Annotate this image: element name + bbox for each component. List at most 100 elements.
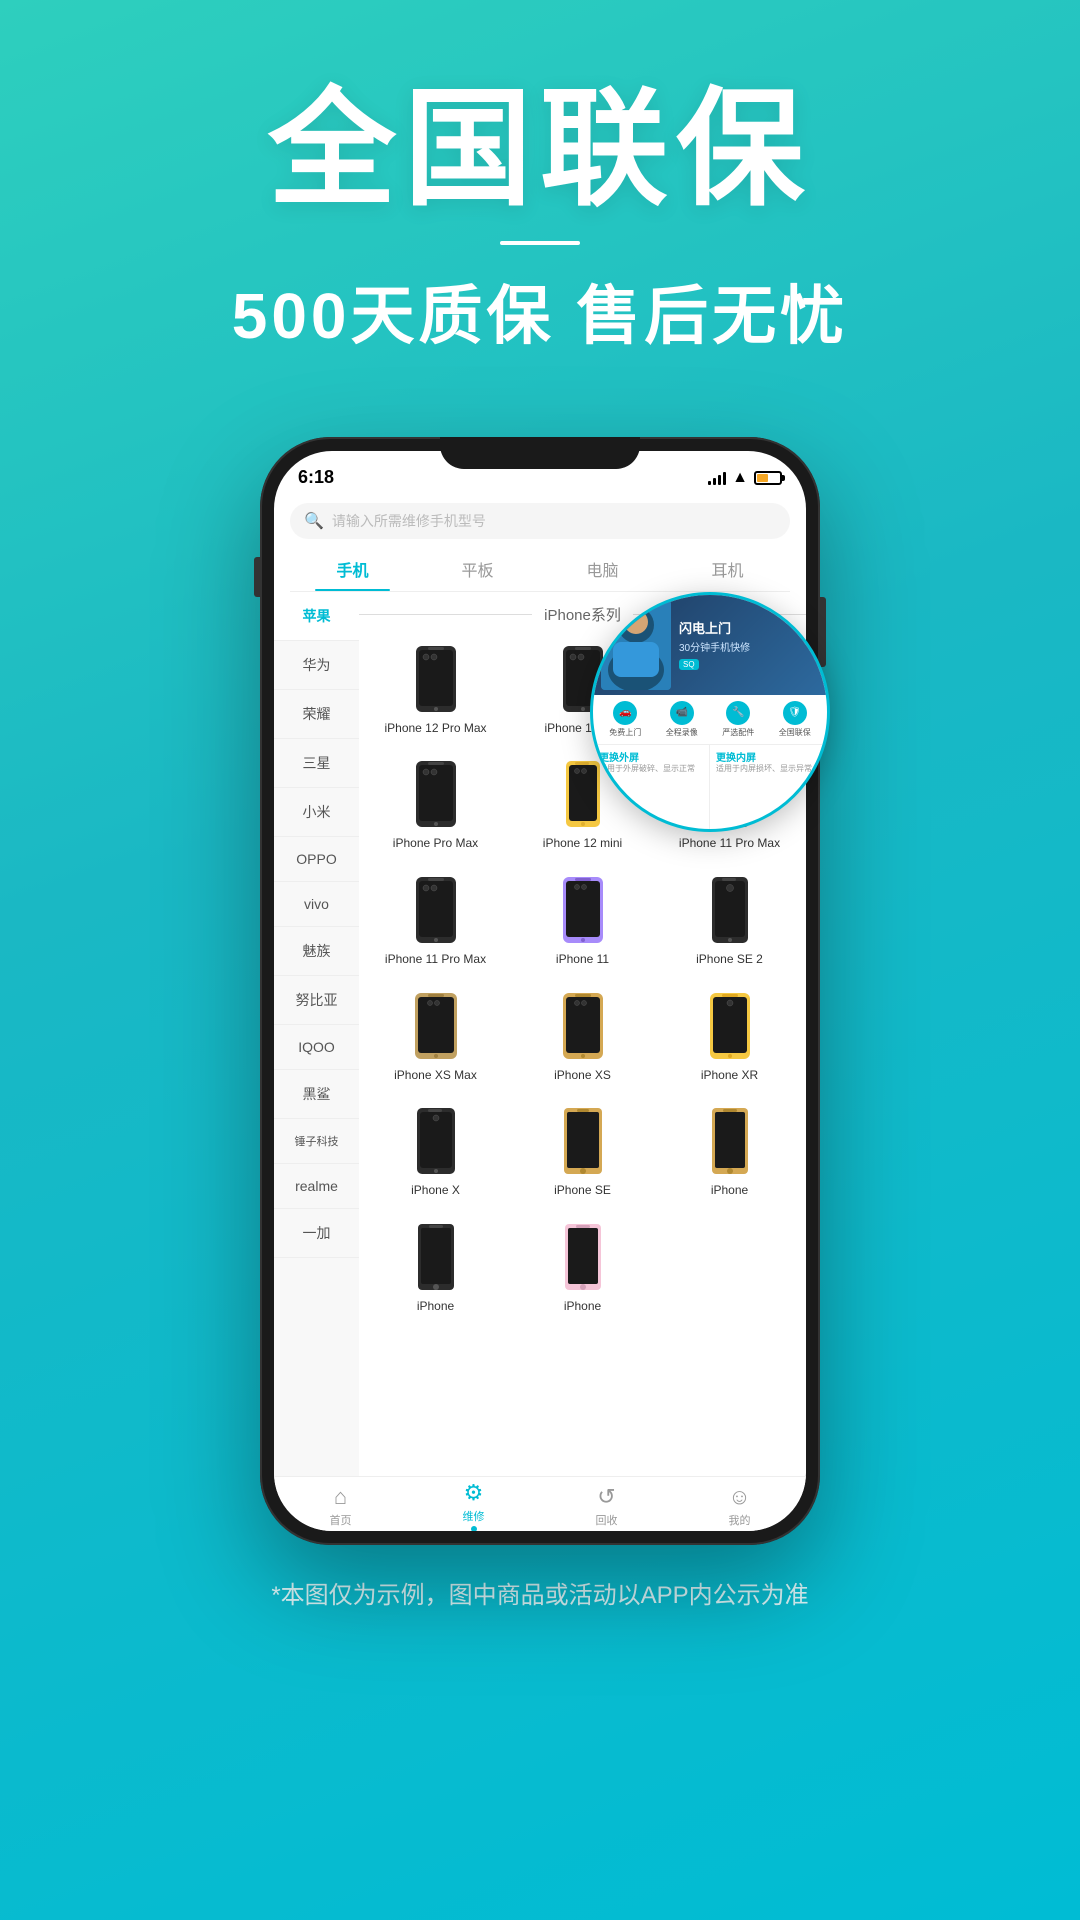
wifi-icon: ▲ xyxy=(732,469,748,487)
product-image xyxy=(698,874,762,946)
list-item[interactable]: iPhone SE 2 xyxy=(657,864,802,978)
sidebar-item-oneplus[interactable]: 一加 xyxy=(274,1209,359,1258)
bottom-navigation: ⌂ 首页 ⚙ 维修 ↺ 回收 ☺ 我的 xyxy=(274,1476,806,1531)
popup-service-icons: 🚗 免费上门 📹 全程录像 🔧 严选配件 xyxy=(593,695,827,744)
tab-earphone[interactable]: 耳机 xyxy=(665,547,790,591)
sidebar-item-meizu[interactable]: 魅族 xyxy=(274,927,359,976)
product-image xyxy=(551,874,615,946)
nav-profile[interactable]: ☺ 我的 xyxy=(673,1477,806,1531)
status-icons: ▲ xyxy=(708,469,782,487)
sidebar-item-blackshark[interactable]: 黑鲨 xyxy=(274,1070,359,1119)
product-image xyxy=(698,1105,762,1177)
product-image xyxy=(404,990,468,1062)
product-image xyxy=(404,1221,468,1293)
list-item[interactable]: iPhone xyxy=(363,1211,508,1325)
product-image xyxy=(404,1105,468,1177)
product-name: iPhone 11 Pro Max xyxy=(385,952,486,968)
list-item[interactable]: iPhone SE xyxy=(510,1095,655,1209)
service-item-warranty: 🛡 全国联保 xyxy=(779,701,811,738)
nav-repair-label: 维修 xyxy=(463,1508,485,1524)
list-item[interactable]: iPhone xyxy=(510,1211,655,1325)
sidebar-item-vivo[interactable]: vivo xyxy=(274,882,359,927)
sidebar-item-apple[interactable]: 苹果 xyxy=(274,592,359,641)
inner-screen-title: 更换内屏 xyxy=(716,749,821,764)
free-visit-label: 免费上门 xyxy=(609,727,641,738)
status-time: 6:18 xyxy=(298,467,334,488)
parts-label: 严选配件 xyxy=(722,727,754,738)
option-outer-screen: 更换外屏 适用于外屏破碎、显示正常 xyxy=(593,744,710,829)
banner-text: 闪电上门 30分钟手机快修 SQ xyxy=(679,618,819,672)
nav-recycle[interactable]: ↺ 回收 xyxy=(540,1477,673,1531)
sidebar-item-hammer[interactable]: 锤子科技 xyxy=(274,1119,359,1164)
product-image xyxy=(551,990,615,1062)
banner-person-image xyxy=(601,600,671,690)
list-item[interactable]: iPhone 11 Pro Max xyxy=(363,864,508,978)
battery-fill xyxy=(757,474,768,482)
product-name: iPhone 11 xyxy=(556,952,609,968)
hero-subtitle: 500天质保 售后无忧 xyxy=(40,265,1040,357)
search-bar[interactable]: 🔍 请输入所需维修手机型号 xyxy=(290,503,790,539)
product-name: iPhone 12 Pro Max xyxy=(384,721,486,737)
sidebar-item-realme[interactable]: realme xyxy=(274,1164,359,1209)
product-image xyxy=(551,1221,615,1293)
product-image xyxy=(698,990,762,1062)
inner-screen-desc: 适用于内屏损坏、显示异常 xyxy=(716,764,821,774)
product-name: iPhone XS Max xyxy=(394,1068,477,1084)
product-name: iPhone 12 mini xyxy=(543,836,622,852)
tab-tablet[interactable]: 平板 xyxy=(415,547,540,591)
popup-banner: 闪电上门 30分钟手机快修 SQ xyxy=(593,595,827,695)
banner-sub-text: 30分钟手机快修 xyxy=(679,639,819,654)
warranty-label: 全国联保 xyxy=(779,727,811,738)
record-icon: 📹 xyxy=(670,701,694,725)
option-inner-screen: 更换内屏 适用于内屏损坏、显示异常 xyxy=(710,744,827,829)
list-item[interactable]: iPhone XS Max xyxy=(363,980,508,1094)
product-name: iPhone X xyxy=(411,1183,460,1199)
popup-inner: 闪电上门 30分钟手机快修 SQ 🚗 免费上门 📹 xyxy=(593,595,827,829)
search-placeholder: 请输入所需维修手机型号 xyxy=(332,511,486,531)
list-item[interactable]: iPhone xyxy=(657,1095,802,1209)
brand-sidebar: 苹果 华为 荣耀 三星 小米 OPPO vivo 魅族 努比亚 IQOO 黑鲨 … xyxy=(274,592,359,1476)
list-item[interactable]: iPhone XR xyxy=(657,980,802,1094)
product-name: iPhone xyxy=(417,1299,454,1315)
product-image xyxy=(551,1105,615,1177)
sidebar-item-honor[interactable]: 荣耀 xyxy=(274,690,359,739)
popup-circle: 闪电上门 30分钟手机快修 SQ 🚗 免费上门 📹 xyxy=(590,592,830,832)
list-item[interactable]: iPhone X xyxy=(363,1095,508,1209)
nav-home[interactable]: ⌂ 首页 xyxy=(274,1477,407,1531)
outer-screen-title: 更换外屏 xyxy=(599,749,703,764)
list-item[interactable]: iPhone XS xyxy=(510,980,655,1094)
product-name: iPhone Pro Max xyxy=(393,836,478,852)
product-name: iPhone xyxy=(564,1299,601,1315)
banner-badge: SQ xyxy=(679,659,699,670)
free-visit-icon: 🚗 xyxy=(613,701,637,725)
tab-phone[interactable]: 手机 xyxy=(290,547,415,591)
nav-repair[interactable]: ⚙ 维修 xyxy=(407,1477,540,1531)
list-item[interactable]: iPhone 11 xyxy=(510,864,655,978)
sidebar-item-oppo[interactable]: OPPO xyxy=(274,837,359,882)
service-item-parts: 🔧 严选配件 xyxy=(722,701,754,738)
sidebar-item-nubia[interactable]: 努比亚 xyxy=(274,976,359,1025)
product-image xyxy=(404,758,468,830)
service-item-free: 🚗 免费上门 xyxy=(609,701,641,738)
product-image xyxy=(404,874,468,946)
list-item[interactable]: iPhone 12 Pro Max xyxy=(363,633,508,747)
nav-recycle-label: 回收 xyxy=(596,1512,618,1528)
service-item-record: 📹 全程录像 xyxy=(666,701,698,738)
sidebar-item-xiaomi[interactable]: 小米 xyxy=(274,788,359,837)
home-icon: ⌂ xyxy=(334,1484,347,1510)
warranty-icon: 🛡 xyxy=(783,701,807,725)
product-name: iPhone SE 2 xyxy=(696,952,763,968)
sidebar-item-huawei[interactable]: 华为 xyxy=(274,641,359,690)
signal-icon xyxy=(708,471,726,485)
tab-computer[interactable]: 电脑 xyxy=(540,547,665,591)
hero-title: 全国联保 xyxy=(40,80,1040,221)
popup-container: 闪电上门 30分钟手机快修 SQ 🚗 免费上门 📹 xyxy=(590,592,830,832)
product-name: iPhone 11 Pro Max xyxy=(679,836,780,852)
search-icon: 🔍 xyxy=(304,511,324,531)
phone-notch xyxy=(440,437,640,469)
sidebar-item-samsung[interactable]: 三星 xyxy=(274,739,359,788)
sidebar-item-iqoo[interactable]: IQOO xyxy=(274,1025,359,1070)
list-item[interactable]: iPhone Pro Max xyxy=(363,748,508,862)
side-button-left xyxy=(254,557,260,597)
footer-note: *本图仅为示例，图中商品或活动以APP内公示为准 xyxy=(0,1545,1080,1660)
